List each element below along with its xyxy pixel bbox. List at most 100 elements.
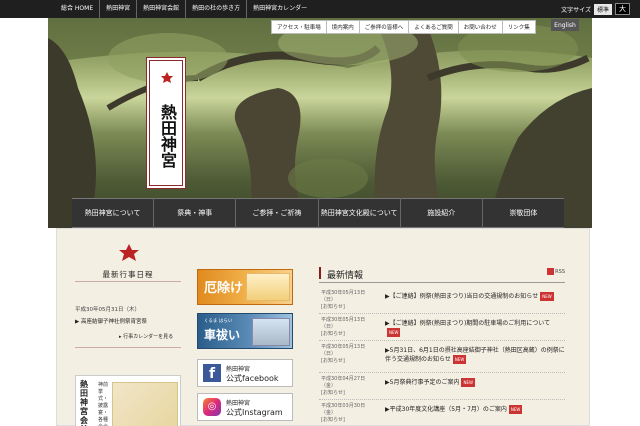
calendar-link[interactable]: ▸ 行事カレンダーを見る [119,333,173,340]
nav-item-facilities[interactable]: 施設紹介 [399,198,482,228]
main-nav: 熱田神宮について 祭典・神事 ご参拝・ご祈祷 熱田神宮文化殿について 施設紹介 … [72,198,564,228]
news-date: 平成30年03月30日（金） [お知らせ] [321,403,367,424]
top-links: 総合 HOME 熱田神宮 熱田神宮会館 熱田の杜の歩き方 熱田神宮カレンダー [55,0,313,18]
divider [75,281,181,282]
news-title[interactable]: 5月祭典行事予定のご案内 [390,379,460,386]
news-category: [お知らせ] [321,331,345,337]
kuruma-harai-banner[interactable]: くるま はらい 車祓い [197,313,293,349]
new-badge: NEW [387,328,401,337]
news-heading: 最新情報 [327,271,364,281]
facebook-line2: 公式facebook [226,374,279,383]
crest-icon [119,244,139,261]
calendar-link-label[interactable]: 行事カレンダーを見る [123,334,173,340]
news-item: 平成30年05月13日（日） [お知らせ] ▶5月31日、6月1日の摂社高座結御子… [319,341,565,373]
news-date: 平成30年05月13日（日） [お知らせ] [321,344,367,365]
top-link-calendar[interactable]: 熱田神宮カレンダー [246,0,313,18]
facebook-line1: 熱田神宮 [226,366,251,373]
font-size-label: 文字サイズ [561,6,591,14]
util-link-faq[interactable]: よくあるご質問 [408,20,459,34]
facebook-banner[interactable]: f 熱田神宮 公式facebook [197,359,293,387]
car-photo [252,318,290,346]
util-link-map[interactable]: 境内案内 [325,20,360,34]
utility-links: アクセス・駐車場 境内案内 ご参拝の皆様へ よくあるご質問 お問い合わせ リンク… [271,20,536,34]
news-date: 平成30年05月13日（日） [お知らせ] [321,317,367,338]
new-badge: NEW [508,405,523,414]
news-link[interactable]: ▶【ご連絡】例祭(熱田まつり)期間の駐車場のご利用についてNEW [385,319,565,337]
top-link-mori[interactable]: 熱田の杜の歩き方 [185,0,246,18]
page: 総合 HOME 熱田神宮 熱田神宮会館 熱田の杜の歩き方 熱田神宮カレンダー 文… [0,0,640,426]
util-link-links[interactable]: リンク集 [501,20,536,34]
instagram-banner[interactable]: ◎ 熱田神宮 公式Instagram [197,393,293,421]
yakuyoke-label: 厄除け [204,281,244,296]
camphor-trees-illustration [48,18,592,228]
event-schedule-heading: 最新行事日程 [102,270,154,279]
news-category: [お知らせ] [321,304,345,310]
news-date: 平成30年05月13日（日） [お知らせ] [321,290,367,311]
hero-image: 熱田神宮 [48,18,592,228]
top-link-jingu[interactable]: 熱田神宮 [99,0,136,18]
news-item: 平成30年05月13日（日） [お知らせ] ▶【ご連絡】例祭(熱田まつり)当日の交… [319,287,565,314]
event-link[interactable]: ▶ 高座結御子神社例祭宵宮祭 [75,317,147,325]
util-link-visitors[interactable]: ご参拝の皆様へ [358,20,410,34]
news-list: 平成30年05月13日（日） [お知らせ] ▶【ご連絡】例祭(熱田まつり)当日の交… [319,287,565,426]
news-link[interactable]: ▶【ご連絡】例祭(熱田まつり)当日の交通規制のお知らせ NEW [385,292,565,301]
util-link-access[interactable]: アクセス・駐車場 [271,20,327,34]
news-title[interactable]: 【ご連絡】例祭(熱田まつり)期間の駐車場のご利用について [390,320,551,327]
new-badge: NEW [540,292,554,301]
nav-item-festivals[interactable]: 祭典・神事 [153,198,235,228]
news-link[interactable]: ▶平成30年度文化講座（5月・7月）のご案内 NEW [385,405,565,414]
news-title[interactable]: 5月31日、6月1日の摂社高座結御子神社（熱田区高蔵）の例祭に伴う交通規制のお知… [385,347,565,363]
news-date-text: 平成30年03月30日（金） [321,403,366,416]
news-date: 平成30年04月27日（金） [お知らせ] [321,376,367,397]
nav-item-bunkaden[interactable]: 熱田神宮文化殿について [317,198,400,228]
divider [75,347,181,348]
nav-item-groups[interactable]: 崇敬団体 [481,198,564,228]
news-item: 平成30年04月27日（金） [お知らせ] ▶5月祭典行事予定のご案内 NEW [319,373,565,400]
news-header: 最新情報 RSS [319,265,565,283]
util-link-contact[interactable]: お問い合わせ [457,20,503,34]
font-size-control: 文字サイズ 標準 大 [561,3,630,15]
news-title[interactable]: 【ご連絡】例祭(熱田まつり)当日の交通規制のお知らせ [390,293,539,300]
instagram-line2: 公式Instagram [226,408,283,417]
instagram-icon: ◎ [203,398,221,416]
content-area: 最新行事日程 平成30年05月31日（木） ▶ 高座結御子神社例祭宵宮祭 ▸ 行… [56,228,590,426]
new-badge: NEW [452,355,467,364]
top-link-kaikan[interactable]: 熱田神宮会館 [136,0,185,18]
logo-text: 熱田神宮 [158,104,177,168]
kaikan-subtitle: 神前挙式・披露宴・各種会合 [98,382,109,426]
site-logo[interactable]: 熱田神宮 [149,60,183,186]
rss-label[interactable]: RSS [555,269,565,275]
font-size-large-button[interactable]: 大 [615,3,630,15]
yakuyoke-banner[interactable]: 厄除け [197,269,293,305]
nav-item-about[interactable]: 熱田神宮について [72,198,153,228]
kaikan-banner[interactable]: 熱田神宮会館 神前挙式・披露宴・各種会合 [75,375,181,426]
kuruma-ruby: くるま はらい [204,319,233,324]
kuruma-label: 車祓い [204,328,241,342]
english-button[interactable]: English [551,19,579,31]
news-item: 平成30年05月13日（日） [お知らせ] ▶【ご連絡】例祭(熱田まつり)期間の駐… [319,314,565,341]
rss-link[interactable]: RSS [547,268,565,275]
news-link[interactable]: ▶5月祭典行事予定のご案内 NEW [385,378,565,387]
shrine-photo [246,273,290,301]
event-date: 平成30年05月31日（木） [75,307,140,313]
gift-box-image [112,382,178,426]
top-link-home[interactable]: 総合 HOME [55,0,99,18]
top-bar: 総合 HOME 熱田神宮 熱田神宮会館 熱田の杜の歩き方 熱田神宮カレンダー 文… [0,0,640,18]
news-title[interactable]: 平成30年度文化講座（5月・7月）のご案内 [390,406,507,413]
rss-icon [547,268,555,275]
nav-item-prayers[interactable]: ご参拝・ご祈祷 [235,198,317,228]
event-title[interactable]: 高座結御子神社例祭宵宮祭 [81,319,147,325]
news-category: [お知らせ] [321,417,345,423]
kaikan-title: 熱田神宮会館 [80,379,88,426]
crest-icon [161,72,173,83]
heading-accent [319,267,321,279]
news-category: [お知らせ] [321,358,345,364]
news-link[interactable]: ▶5月31日、6月1日の摂社高座結御子神社（熱田区高蔵）の例祭に伴う交通規制のお… [385,346,565,364]
new-badge: NEW [461,378,475,387]
news-item: 平成30年03月30日（金） [お知らせ] ▶平成30年度文化講座（5月・7月）の… [319,400,565,426]
news-date-text: 平成30年05月13日（日） [321,290,366,303]
instagram-line1: 熱田神宮 [226,400,251,407]
font-size-standard-button[interactable]: 標準 [593,3,612,15]
news-category: [お知らせ] [321,390,345,396]
news-date-text: 平成30年05月13日（日） [321,344,366,357]
